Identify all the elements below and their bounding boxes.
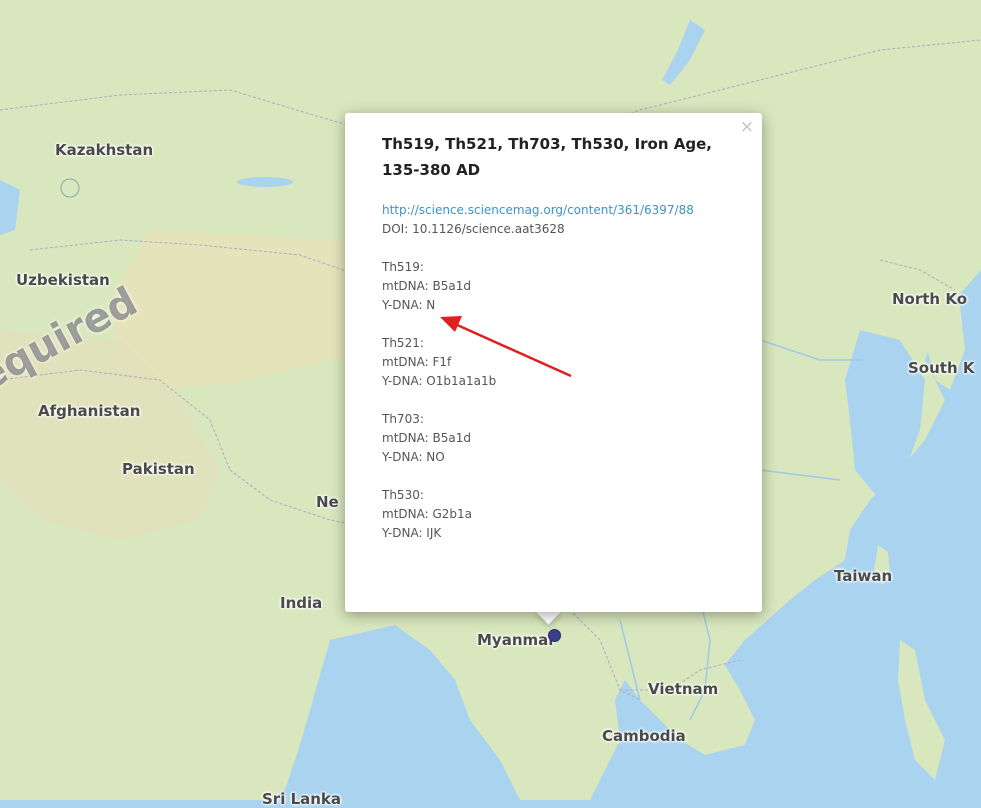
sample-ydna: Y-DNA: IJK [382,526,442,540]
label-india: India [280,594,323,612]
sample-ydna: Y-DNA: O1b1a1a1b [382,374,497,388]
sample-id: Th519: [382,260,424,274]
info-popup: × Th519, Th521, Th703, Th530, Iron Age, … [345,113,762,612]
label-afghanistan: Afghanistan [38,402,141,420]
doi-text: DOI: 10.1126/science.aat3628 [382,222,565,236]
label-pakistan: Pakistan [122,460,195,478]
sample-id: Th703: [382,412,424,426]
sample-block: Th703: mtDNA: B5a1d Y-DNA: NO [382,410,742,467]
article-link[interactable]: http://science.sciencemag.org/content/36… [382,201,742,220]
label-south-korea: South K [908,359,975,377]
sample-mtdna: mtDNA: F1f [382,355,452,369]
sample-id: Th521: [382,336,424,350]
label-north-korea: North Ko [892,290,967,308]
label-kazakhstan: Kazakhstan [55,141,154,159]
location-marker[interactable] [548,629,561,642]
sample-ydna: Y-DNA: N [382,298,436,312]
sample-block: Th521: mtDNA: F1f Y-DNA: O1b1a1a1b [382,334,742,391]
close-icon[interactable]: × [740,117,754,137]
lake-balkhash [237,177,293,187]
sample-mtdna: mtDNA: B5a1d [382,279,471,293]
label-taiwan: Taiwan [834,567,893,585]
popup-title: Th519, Th521, Th703, Th530, Iron Age, 13… [382,135,712,179]
sample-mtdna: mtDNA: B5a1d [382,431,471,445]
sample-mtdna: mtDNA: G2b1a [382,507,473,521]
label-sri-lanka: Sri Lanka [262,790,342,808]
sample-id: Th530: [382,488,424,502]
sample-ydna: Y-DNA: NO [382,450,445,464]
label-vietnam: Vietnam [648,680,719,698]
sample-block: Th530: mtDNA: G2b1a Y-DNA: IJK [382,486,742,543]
label-myanmar: Myanmar [477,631,556,649]
sample-block: Th519: mtDNA: B5a1d Y-DNA: N [382,258,742,315]
label-cambodia: Cambodia [602,727,686,745]
label-uzbekistan: Uzbekistan [16,271,110,289]
label-nepal: Ne [316,493,339,511]
